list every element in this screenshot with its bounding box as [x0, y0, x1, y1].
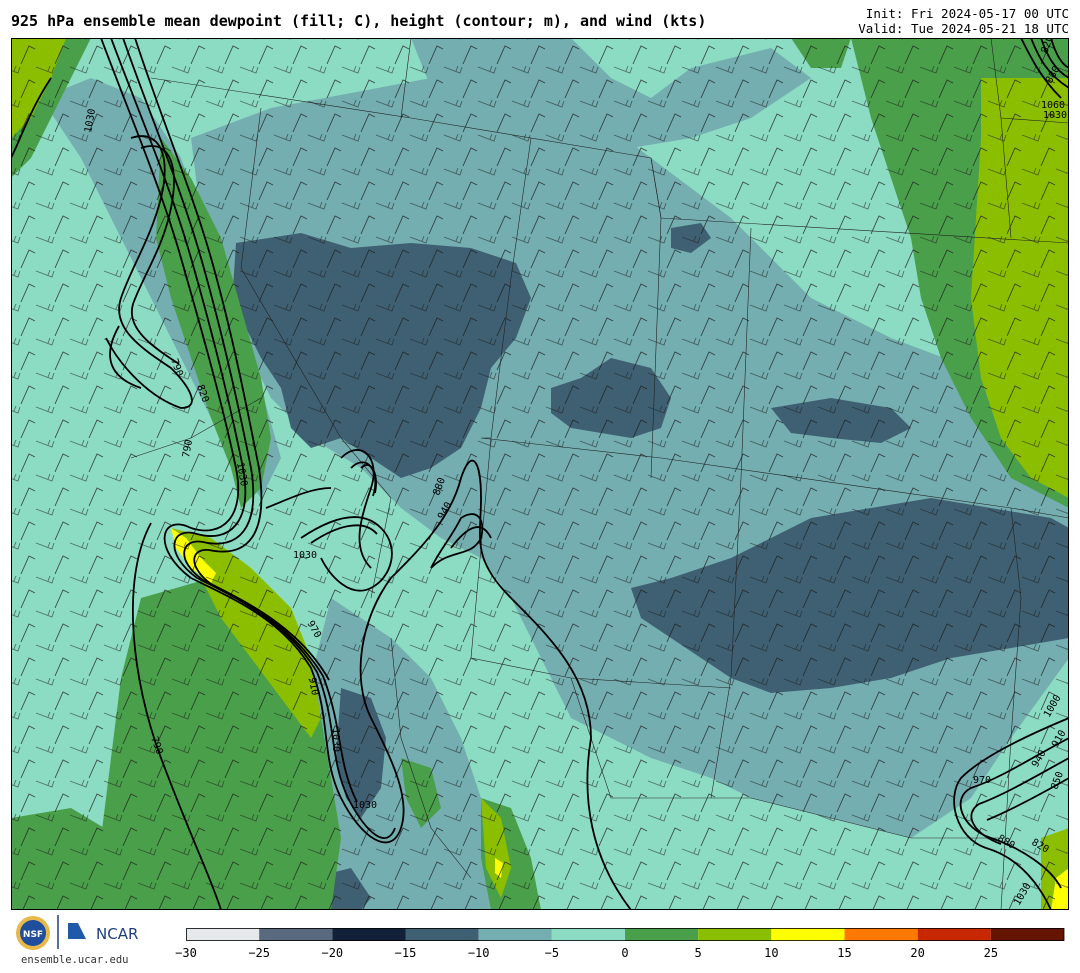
contour-label-1030-d: 1030	[353, 800, 377, 811]
colorbar-tick-label: −20	[321, 946, 344, 960]
colorbar-segment	[917, 928, 991, 941]
colorbar-tick-label: 0	[621, 946, 629, 960]
colorbar	[186, 928, 1065, 941]
colorbar-segment	[625, 928, 699, 941]
colorbar-segment	[990, 928, 1064, 941]
colorbar-segment	[478, 928, 552, 941]
colorbar-tick-label: −15	[394, 946, 417, 960]
contour-label-1030-b: 1030	[293, 550, 317, 561]
colorbar-tick-label: 20	[910, 946, 925, 960]
init-time: Init: Fri 2024-05-17 00 UTC	[865, 6, 1069, 21]
weather-map: 790 820 790 1030 1030 970 910 1030 1030 …	[11, 38, 1069, 910]
colorbar-segment	[332, 928, 406, 941]
nsf-logo-text: NSF	[23, 930, 43, 940]
colorbar-tick-label: 10	[764, 946, 779, 960]
colorbar-tick-label: −25	[248, 946, 270, 960]
contour-label-1030-c: 1030	[330, 728, 341, 752]
colorbar-segment	[186, 928, 260, 941]
colorbar-tick-label: −30	[175, 946, 197, 960]
contour-label-970-b: 970	[973, 775, 991, 786]
site-url: ensemble.ucar.edu	[21, 954, 129, 966]
colorbar-tick-label: 25	[983, 946, 999, 960]
colorbar-tick-label: 5	[694, 946, 702, 960]
colorbar-segment	[259, 928, 333, 941]
time-info: Init: Fri 2024-05-17 00 UTC Valid: Tue 2…	[858, 6, 1069, 36]
colorbar-segment	[771, 928, 845, 941]
valid-time: Valid: Tue 2024-05-21 18 UTC	[858, 21, 1069, 36]
colorbar-segment	[698, 928, 772, 941]
map-title: 925 hPa ensemble mean dewpoint (fill; C)…	[11, 12, 707, 30]
ncar-logo: NCAR	[68, 923, 138, 943]
colorbar-segment	[551, 928, 625, 941]
ncar-logo-text: NCAR	[96, 925, 138, 943]
colorbar-tick-label: −10	[467, 946, 490, 960]
colorbar-tick-label: 15	[837, 946, 852, 960]
colorbar-segment	[844, 928, 918, 941]
colorbar-segment	[405, 928, 479, 941]
contour-label-1030-f: 1030	[1043, 110, 1067, 121]
colorbar-tick-label: −5	[544, 946, 560, 960]
nsf-logo: NSF	[16, 916, 50, 950]
